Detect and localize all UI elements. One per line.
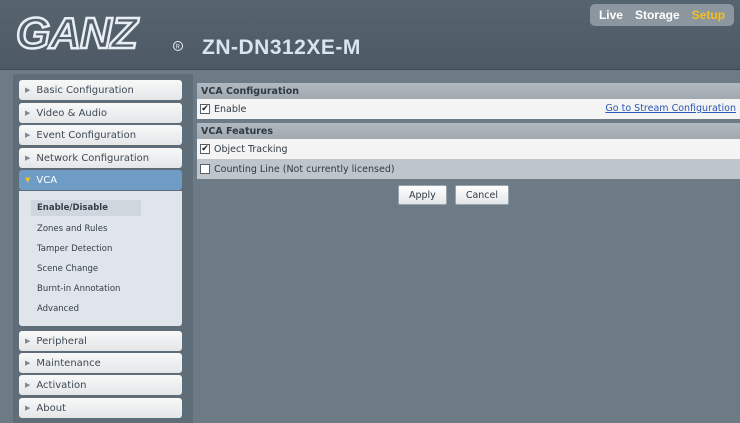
object-tracking-checkbox[interactable]: ✔ bbox=[200, 144, 210, 154]
action-buttons: Apply Cancel bbox=[197, 185, 740, 205]
sidebar-item-label: Video & Audio bbox=[36, 107, 107, 119]
enable-label: Enable bbox=[214, 103, 247, 115]
sidebar-item-label: Event Configuration bbox=[36, 129, 137, 141]
vca-features-header: VCA Features bbox=[197, 123, 740, 139]
sidebar-item-basic-configuration[interactable]: ▶ Basic Configuration bbox=[19, 80, 182, 100]
sidebar-item-video-audio[interactable]: ▶ Video & Audio bbox=[19, 103, 182, 123]
nav-storage[interactable]: Storage bbox=[635, 8, 680, 22]
svg-text:GANZ: GANZ bbox=[16, 9, 140, 58]
enable-checkbox[interactable]: ✔ bbox=[200, 104, 210, 114]
sidebar-item-label: Maintenance bbox=[36, 357, 101, 369]
sidebar-item-network-configuration[interactable]: ▶ Network Configuration bbox=[19, 148, 182, 168]
ganz-logo: GANZ R bbox=[15, 8, 183, 58]
nav-live[interactable]: Live bbox=[599, 8, 623, 22]
sidebar-item-about[interactable]: ▶ About bbox=[19, 398, 182, 418]
submenu-item-zones-and-rules[interactable]: Zones and Rules bbox=[31, 221, 113, 237]
chevron-down-icon: ▼ bbox=[25, 176, 31, 184]
chevron-right-icon: ▶ bbox=[25, 381, 31, 389]
submenu-item-advanced[interactable]: Advanced bbox=[31, 301, 85, 317]
counting-line-row: Counting Line (Not currently licensed) bbox=[197, 159, 740, 179]
sidebar-item-maintenance[interactable]: ▶ Maintenance bbox=[19, 353, 182, 373]
chevron-right-icon: ▶ bbox=[25, 86, 31, 94]
svg-text:R: R bbox=[176, 45, 181, 51]
sidebar-item-activation[interactable]: ▶ Activation bbox=[19, 375, 182, 395]
sidebar-item-label: VCA bbox=[36, 174, 58, 186]
sidebar-item-label: About bbox=[36, 402, 66, 414]
cancel-button[interactable]: Cancel bbox=[454, 185, 509, 205]
sidebar-item-label: Network Configuration bbox=[36, 152, 150, 164]
nav-setup[interactable]: Setup bbox=[692, 8, 725, 22]
enable-row: ✔ Enable Go to Stream Configuration bbox=[197, 99, 740, 119]
sidebar-item-label: Basic Configuration bbox=[36, 84, 134, 96]
counting-line-label: Counting Line (Not currently licensed) bbox=[214, 163, 395, 175]
chevron-right-icon: ▶ bbox=[25, 154, 31, 162]
chevron-right-icon: ▶ bbox=[25, 131, 31, 139]
sidebar: ▶ Basic Configuration ▶ Video & Audio ▶ … bbox=[13, 74, 193, 423]
main-panel: VCA Configuration ✔ Enable Go to Stream … bbox=[197, 83, 740, 205]
top-navigation: Live Storage Setup bbox=[589, 4, 734, 26]
sidebar-item-label: Activation bbox=[36, 379, 87, 391]
submenu-item-burnt-in-annotation[interactable]: Burnt-in Annotation bbox=[31, 281, 126, 297]
apply-button[interactable]: Apply bbox=[397, 185, 447, 205]
object-tracking-label: Object Tracking bbox=[214, 143, 288, 155]
chevron-right-icon: ▶ bbox=[25, 359, 31, 367]
submenu-item-enable-disable[interactable]: Enable/Disable bbox=[31, 200, 141, 216]
sidebar-item-peripheral[interactable]: ▶ Peripheral bbox=[19, 331, 182, 351]
counting-line-checkbox[interactable] bbox=[200, 164, 210, 174]
submenu-item-tamper-detection[interactable]: Tamper Detection bbox=[31, 241, 118, 257]
vca-configuration-header: VCA Configuration bbox=[197, 83, 740, 99]
stream-configuration-link[interactable]: Go to Stream Configuration bbox=[605, 103, 736, 114]
sidebar-item-event-configuration[interactable]: ▶ Event Configuration bbox=[19, 125, 182, 145]
submenu-item-scene-change[interactable]: Scene Change bbox=[31, 261, 104, 277]
object-tracking-row: ✔ Object Tracking bbox=[197, 139, 740, 159]
model-title: ZN-DN312XE-M bbox=[202, 36, 361, 59]
sidebar-item-vca[interactable]: ▼ VCA bbox=[19, 170, 182, 190]
vca-submenu: Enable/Disable Zones and Rules Tamper De… bbox=[19, 191, 182, 326]
chevron-right-icon: ▶ bbox=[25, 109, 31, 117]
sidebar-item-label: Peripheral bbox=[36, 335, 87, 347]
header-bar: GANZ R ZN-DN312XE-M Live Storage Setup bbox=[0, 0, 740, 70]
chevron-right-icon: ▶ bbox=[25, 337, 31, 345]
chevron-right-icon: ▶ bbox=[25, 404, 31, 412]
